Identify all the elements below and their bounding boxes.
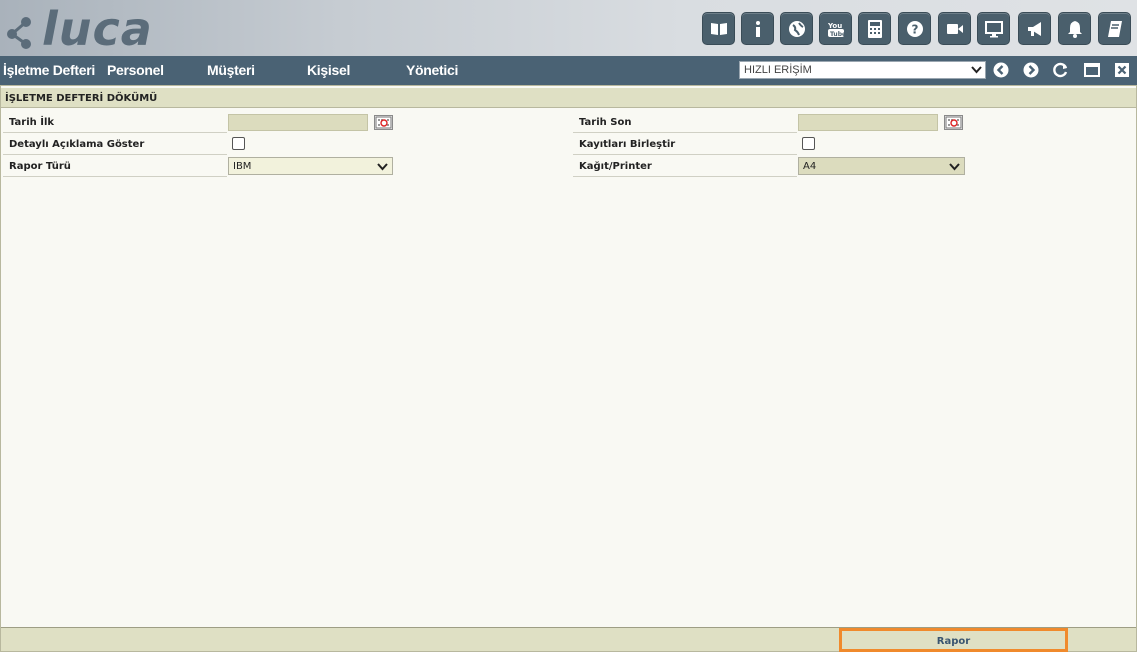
kayitlari-birlestir-label: Kayıtları Birleştir — [573, 134, 797, 155]
chevron-down-icon — [971, 66, 982, 74]
detayli-aciklama-checkbox[interactable] — [232, 137, 245, 150]
kayitlari-birlestir-checkbox[interactable] — [802, 137, 815, 150]
rapor-turu-value: IBM — [233, 161, 252, 172]
book-button[interactable] — [702, 12, 735, 45]
rapor-turu-label: Rapor Türü — [3, 156, 227, 177]
info-button[interactable] — [741, 12, 774, 45]
back-icon[interactable] — [993, 62, 1009, 78]
panel-footer: Rapor — [1, 627, 1136, 652]
quick-access-select[interactable]: HIZLI ERİŞİM — [739, 61, 986, 79]
report-panel: İŞLETME DEFTERİ DÖKÜMÜ Tarih İlk Tarih S… — [0, 85, 1137, 652]
app-header: luca You Tube ? — [0, 0, 1137, 56]
notebook-icon — [1107, 20, 1122, 37]
menu-yonetici[interactable]: Yönetici — [406, 62, 458, 78]
tarih-ilk-label: Tarih İlk — [3, 112, 227, 133]
calculator-icon — [867, 19, 882, 38]
svg-text:Tube: Tube — [830, 31, 846, 38]
panel-title: İŞLETME DEFTERİ DÖKÜMÜ — [1, 88, 1136, 108]
tarih-son-label: Tarih Son — [573, 112, 797, 133]
rapor-turu-select[interactable]: IBM — [228, 157, 393, 175]
monitor-icon — [984, 20, 1003, 37]
rapor-button[interactable]: Rapor — [839, 628, 1068, 652]
svg-text:?: ? — [911, 22, 918, 36]
svg-text:You: You — [827, 22, 842, 30]
tarih-ilk-calendar-button[interactable] — [374, 115, 393, 130]
info-icon — [755, 20, 760, 37]
help-button[interactable]: ? — [898, 12, 931, 45]
refresh-icon[interactable] — [1053, 62, 1069, 78]
menu-personel[interactable]: Personel — [107, 62, 164, 78]
calendar-icon — [375, 116, 392, 129]
chevron-down-icon — [377, 163, 388, 171]
menu-isletme-defteri[interactable]: İşletme Defteri — [3, 62, 95, 78]
notebook-button[interactable] — [1098, 12, 1131, 45]
youtube-button[interactable]: You Tube — [819, 12, 852, 45]
book-icon — [710, 22, 727, 35]
maximize-icon[interactable] — [1084, 62, 1100, 78]
chevron-down-icon — [949, 163, 960, 171]
quick-access-label: HIZLI ERİŞİM — [744, 64, 812, 76]
tarih-ilk-input[interactable] — [228, 114, 368, 131]
video-icon — [946, 23, 963, 34]
monitor-button[interactable] — [977, 12, 1010, 45]
tarih-son-input[interactable] — [798, 114, 938, 131]
close-icon[interactable] — [1114, 62, 1130, 78]
youtube-icon: YouTube — [827, 22, 846, 38]
tarih-son-calendar-button[interactable] — [944, 115, 963, 130]
video-button[interactable] — [938, 12, 971, 45]
calculator-button[interactable] — [858, 12, 891, 45]
kagit-printer-label: Kağıt/Printer — [573, 156, 797, 177]
main-menubar: İşletme Defteri Personel Müşteri Kişisel… — [0, 56, 1137, 85]
luca-logo[interactable]: luca — [4, 2, 154, 56]
bell-icon — [1067, 20, 1082, 38]
globe-button[interactable] — [780, 12, 813, 45]
megaphone-icon — [1027, 21, 1041, 36]
help-icon: ? — [906, 20, 923, 37]
calendar-icon — [945, 116, 962, 129]
globe-icon — [788, 20, 805, 37]
menu-kisisel[interactable]: Kişisel — [307, 62, 350, 78]
menu-musteri[interactable]: Müşteri — [207, 62, 255, 78]
bell-button[interactable] — [1058, 12, 1091, 45]
megaphone-button[interactable] — [1018, 12, 1051, 45]
logo-mark-icon — [7, 17, 31, 49]
kagit-printer-select[interactable]: A4 — [798, 157, 965, 175]
detayli-aciklama-label: Detaylı Açıklama Göster — [3, 134, 227, 155]
forward-icon[interactable] — [1023, 62, 1039, 78]
logo-text: luca — [42, 2, 153, 56]
kagit-printer-value: A4 — [803, 161, 817, 172]
